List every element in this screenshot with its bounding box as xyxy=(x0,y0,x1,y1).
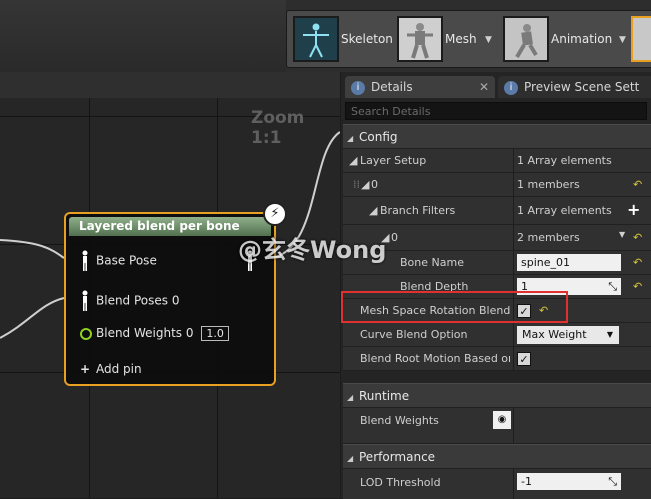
mesh-dropdown-chevron-icon[interactable]: ▼ xyxy=(485,35,492,45)
tab-preview-scene-settings[interactable]: i Preview Scene Sett xyxy=(498,76,651,98)
reset-to-default-icon[interactable]: ↶ xyxy=(633,280,642,293)
layer-setup-index-value: 1 members xyxy=(517,178,580,191)
animation-dropdown-chevron-icon[interactable]: ▼ xyxy=(619,35,626,45)
category-performance-label: Performance xyxy=(359,450,436,464)
anim-graph-canvas[interactable]: Zoom 1:1 Layered blend per bone ⚡ Base P… xyxy=(0,72,340,498)
add-pin-button[interactable]: + Add pin xyxy=(80,362,142,376)
chevron-down-icon: ▼ xyxy=(606,330,613,339)
lightning-bolt-icon: ⚡ xyxy=(263,202,287,226)
add-element-plus-icon[interactable]: + xyxy=(627,200,640,219)
layer-setup-index-label: 0 xyxy=(371,178,378,191)
blend-weights-label: Blend Weights xyxy=(360,414,439,427)
category-runtime-label: Runtime xyxy=(359,389,410,403)
drag-resize-icon[interactable]: ⤡ xyxy=(608,278,617,295)
mesh-icon xyxy=(397,16,443,62)
eye-icon[interactable]: ◉ xyxy=(493,411,511,429)
tab-preview-label: Preview Scene Sett xyxy=(524,80,640,94)
blend-weights-label: Blend Weights 0 xyxy=(96,326,194,340)
expand-arrow-icon[interactable]: ◢ xyxy=(349,154,357,167)
float-pin-circle-icon xyxy=(80,326,92,340)
highlight-box xyxy=(341,291,568,323)
row-branch-filters: ◢ Branch Filters 1 Array elements + xyxy=(343,196,651,225)
category-config[interactable]: ◢ Config xyxy=(343,124,651,149)
plus-icon: + xyxy=(80,362,91,376)
pose-pin-icon xyxy=(80,250,90,272)
branch-filter-index-value: 2 members xyxy=(517,231,580,244)
row-blend-weights: Blend Weights ◉ xyxy=(343,407,651,444)
drag-handle-icon[interactable]: ⁞⁞ xyxy=(353,178,360,191)
skeleton-mode-label: Skeleton xyxy=(341,32,393,46)
category-config-label: Config xyxy=(359,130,398,144)
lod-threshold-label: LOD Threshold xyxy=(360,476,441,489)
curve-blend-option-value: Max Weight xyxy=(522,328,587,341)
base-pose-label: Base Pose xyxy=(96,253,157,268)
branch-filters-value: 1 Array elements xyxy=(517,204,612,217)
reset-to-default-icon[interactable]: ↶ xyxy=(633,231,642,244)
info-icon: i xyxy=(351,80,365,95)
row-layer-setup-0: ⁞⁞ ◢ 0 1 members ↶ xyxy=(343,172,651,197)
animation-mode-label: Animation xyxy=(551,32,613,46)
expand-arrow-icon[interactable]: ◢ xyxy=(369,204,377,217)
category-runtime[interactable]: ◢ Runtime xyxy=(343,383,651,408)
row-bone-name: Bone Name spine_01 ↶ xyxy=(343,250,651,275)
blueprint-icon xyxy=(631,16,651,62)
skeleton-icon xyxy=(293,16,339,62)
chevron-down-icon[interactable]: ▼ xyxy=(619,230,625,239)
blend-root-motion-checkbox[interactable]: ✓ xyxy=(517,352,531,366)
reset-to-default-icon[interactable]: ↶ xyxy=(633,178,642,191)
row-blend-root-motion: Blend Root Motion Based on R ✓ xyxy=(343,346,651,371)
reset-to-default-icon[interactable]: ↶ xyxy=(633,256,642,269)
layer-setup-value: 1 Array elements xyxy=(517,154,612,167)
tab-details[interactable]: i Details ✕ xyxy=(345,76,495,98)
spacer xyxy=(343,370,651,384)
info-icon: i xyxy=(504,80,518,95)
curve-blend-option-select[interactable]: Max Weight ▼ xyxy=(517,326,619,344)
row-curve-blend-option: Curve Blend Option Max Weight ▼ xyxy=(343,322,651,347)
bone-name-field[interactable]: spine_01 xyxy=(517,254,621,271)
blend-poses-pin[interactable]: Blend Poses 0 xyxy=(80,290,179,312)
toolbar: Skeleton Mesh ▼ Animation ▼ xyxy=(0,0,651,72)
branch-filters-label: Branch Filters xyxy=(380,204,456,217)
base-pose-pin[interactable]: Base Pose xyxy=(80,250,157,272)
pose-pin-icon xyxy=(80,290,90,312)
search-details-input[interactable] xyxy=(345,102,647,120)
animation-icon xyxy=(503,16,549,62)
details-panel: iDetails ✕ iPreview Scene Sett ◢Config ◢… xyxy=(341,72,651,499)
tab-details-label: Details xyxy=(371,80,413,94)
close-tab-icon[interactable]: ✕ xyxy=(479,76,489,98)
blend-root-motion-label: Blend Root Motion Based on R xyxy=(360,352,510,365)
toolbar-background xyxy=(0,0,286,72)
blend-weights-value-input[interactable]: 1.0 xyxy=(201,326,229,341)
lod-threshold-field[interactable]: -1 ⤡ xyxy=(517,473,621,490)
lod-threshold-value: -1 xyxy=(521,475,532,488)
expand-arrow-icon[interactable]: ◢ xyxy=(361,178,369,191)
row-branch-filter-0: ◢ 0 2 members ▼ ↶ xyxy=(343,224,651,251)
category-performance[interactable]: ◢ Performance xyxy=(343,444,651,469)
curve-blend-option-label: Curve Blend Option xyxy=(360,328,468,341)
blend-poses-label: Blend Poses 0 xyxy=(96,293,180,308)
watermark: @玄冬Wong xyxy=(238,236,387,264)
layer-setup-label: Layer Setup xyxy=(360,154,427,167)
add-pin-label: Add pin xyxy=(96,362,142,376)
branch-filter-index-label: 0 xyxy=(391,231,398,244)
mesh-mode-label: Mesh xyxy=(445,32,477,46)
bone-name-label: Bone Name xyxy=(400,256,464,269)
row-lod-threshold: LOD Threshold -1 ⤡ xyxy=(343,468,651,499)
blend-weights-pin[interactable]: Blend Weights 0 1.0 xyxy=(80,326,229,341)
drag-resize-icon[interactable]: ⤡ xyxy=(608,473,617,490)
mode-switcher: Skeleton Mesh ▼ Animation ▼ xyxy=(286,10,651,68)
row-layer-setup: ◢ Layer Setup 1 Array elements xyxy=(343,148,651,173)
